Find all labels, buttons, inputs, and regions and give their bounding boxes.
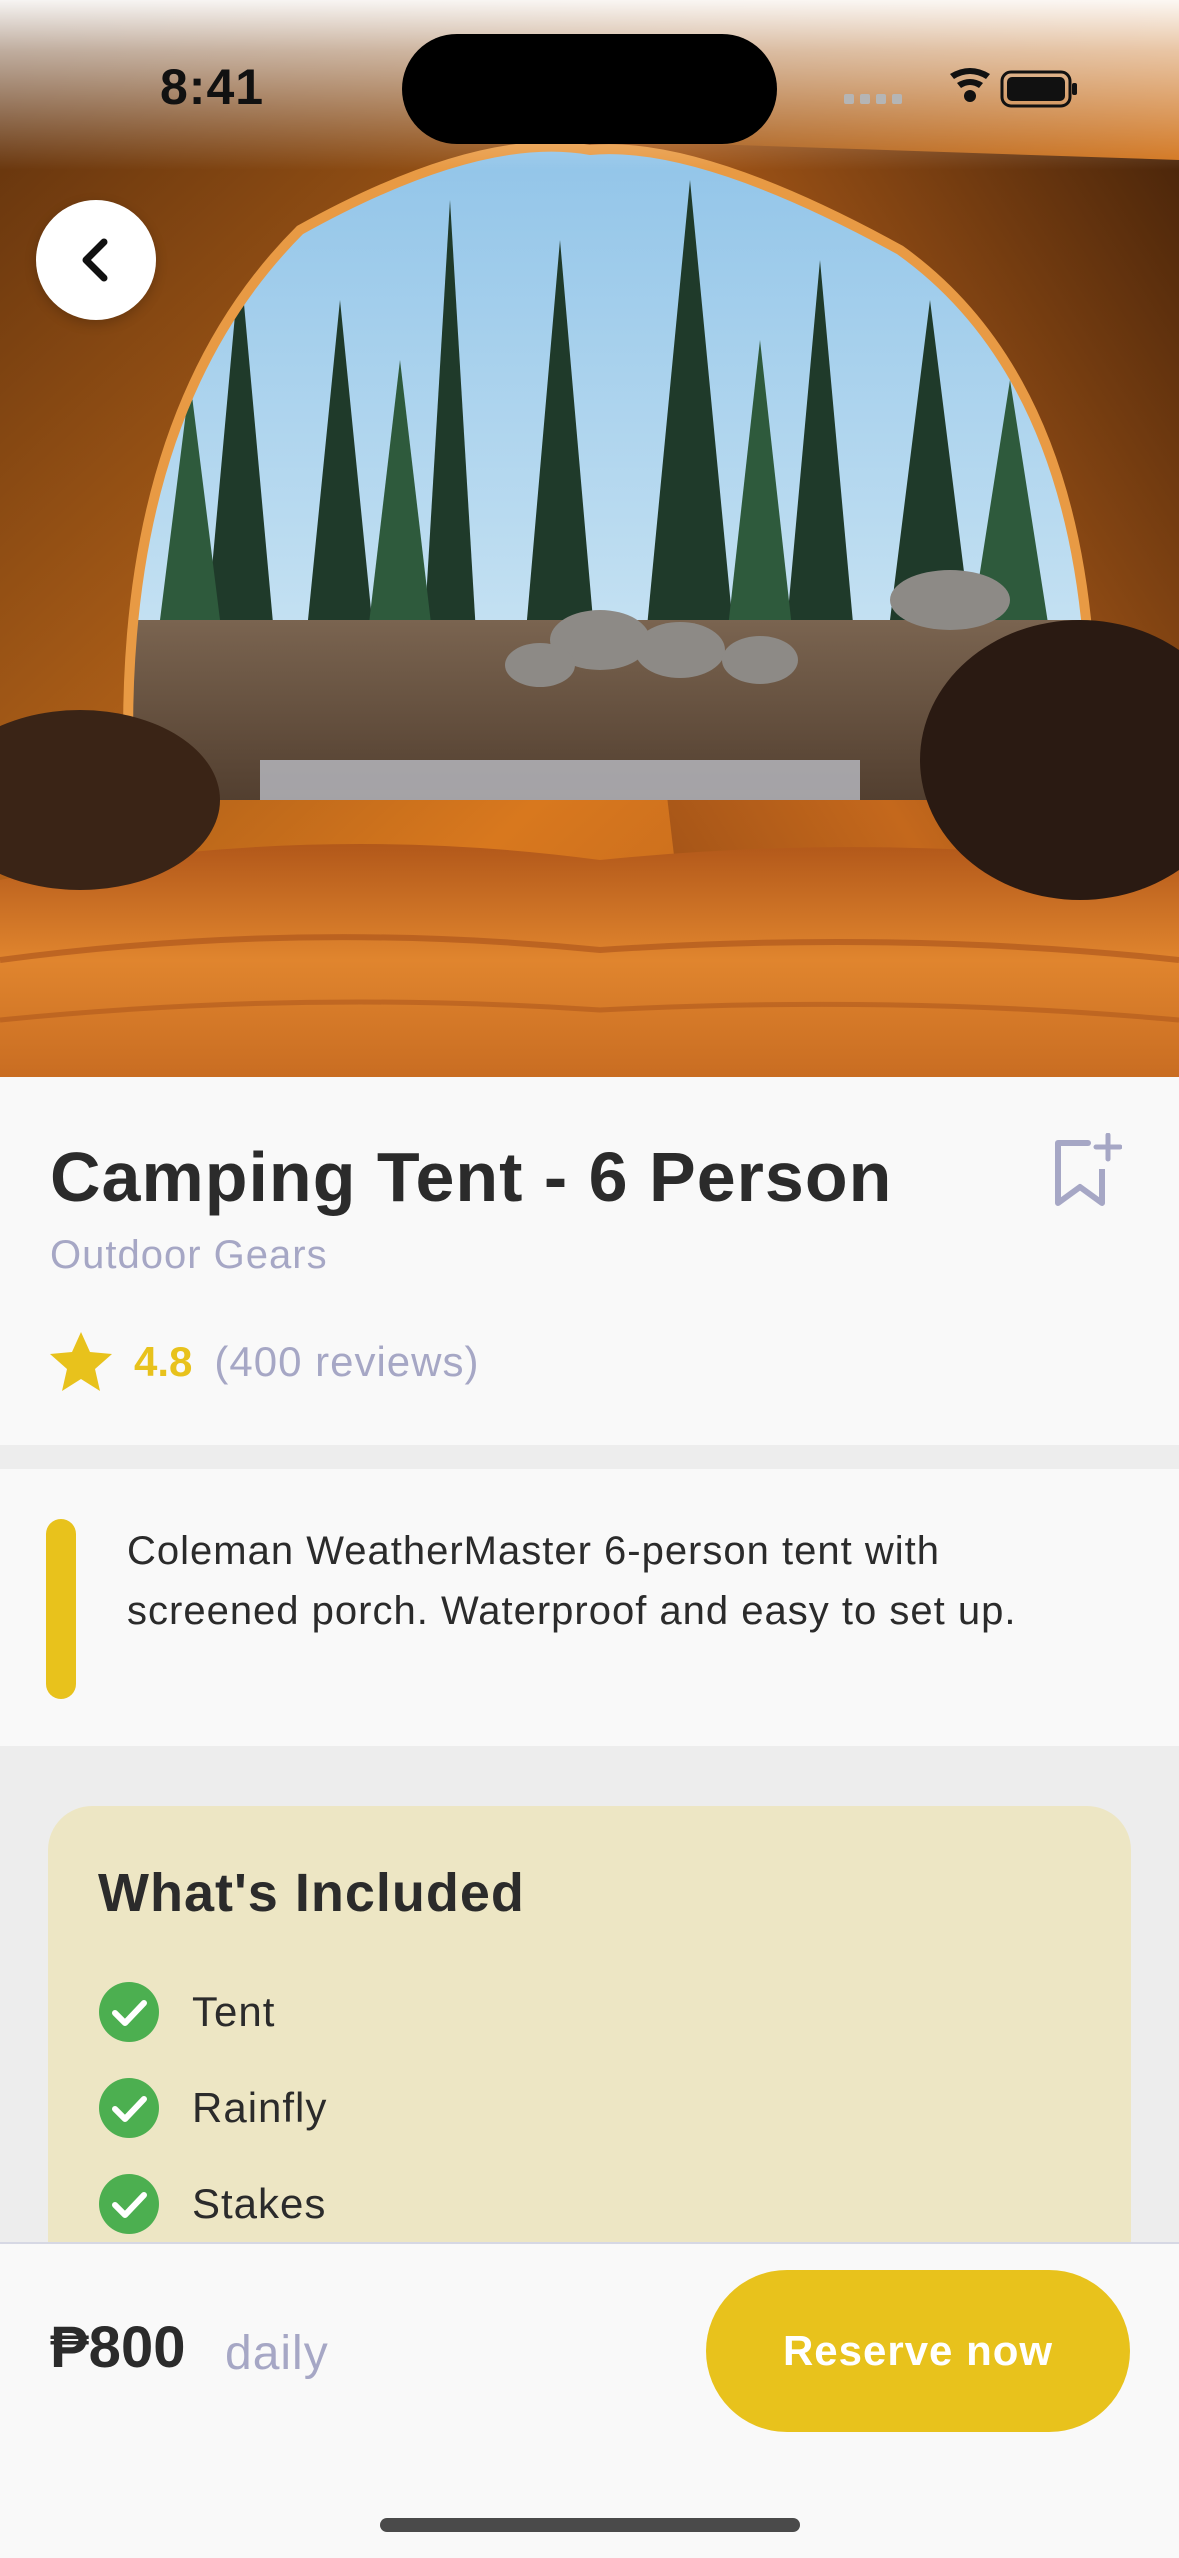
check-circle-icon [99,2174,159,2234]
reserve-now-button[interactable]: Reserve now [706,2270,1130,2432]
wifi-icon [950,68,990,102]
battery-icon [1000,70,1077,108]
rating-value: 4.8 [134,1338,193,1385]
dynamic-island [402,34,777,144]
booking-bar: ₱800 daily Reserve now [0,2242,1179,2558]
included-item: Tent [98,1979,275,2045]
bookmark-add-icon [1055,1132,1123,1206]
whats-included-title: What's Included [98,1863,525,1923]
product-title: Camping Tent - 6 Person [50,1138,893,1216]
price: ₱800 [50,2315,186,2380]
included-item: Stakes [98,2171,326,2237]
status-time: 8:41 [160,59,265,115]
description-accent-bar [46,1519,76,1699]
status-indicators [840,64,1080,112]
included-item-label: Rainfly [192,2084,328,2131]
star-icon [50,1332,112,1391]
product-info: Camping Tent - 6 Person Outdoor Gears 4.… [0,1077,1179,1445]
description-section: Coleman WeatherMaster 6-person tent with… [0,1469,1179,1746]
section-divider [0,1445,1179,1469]
signal-icon [844,94,902,104]
check-circle-icon [99,2078,159,2138]
product-description: Coleman WeatherMaster 6-person tent with… [127,1529,1017,1633]
included-item-label: Stakes [192,2180,327,2227]
price-period: daily [225,2327,329,2380]
product-category: Outdoor Gears [50,1233,328,1277]
bookmark-button[interactable] [1052,1132,1123,1209]
whats-included-card: What's Included Tent Rainfly Stakes [48,1806,1131,2286]
rating-row: 4.8 (400 reviews) [48,1327,479,1397]
review-count[interactable]: (400 reviews) [214,1338,479,1386]
back-button[interactable] [36,200,156,320]
check-circle-icon [99,1982,159,2042]
chevron-left-icon [82,238,108,282]
home-indicator[interactable] [380,2518,800,2532]
included-item: Rainfly [98,2075,327,2141]
included-item-label: Tent [192,1988,276,2035]
